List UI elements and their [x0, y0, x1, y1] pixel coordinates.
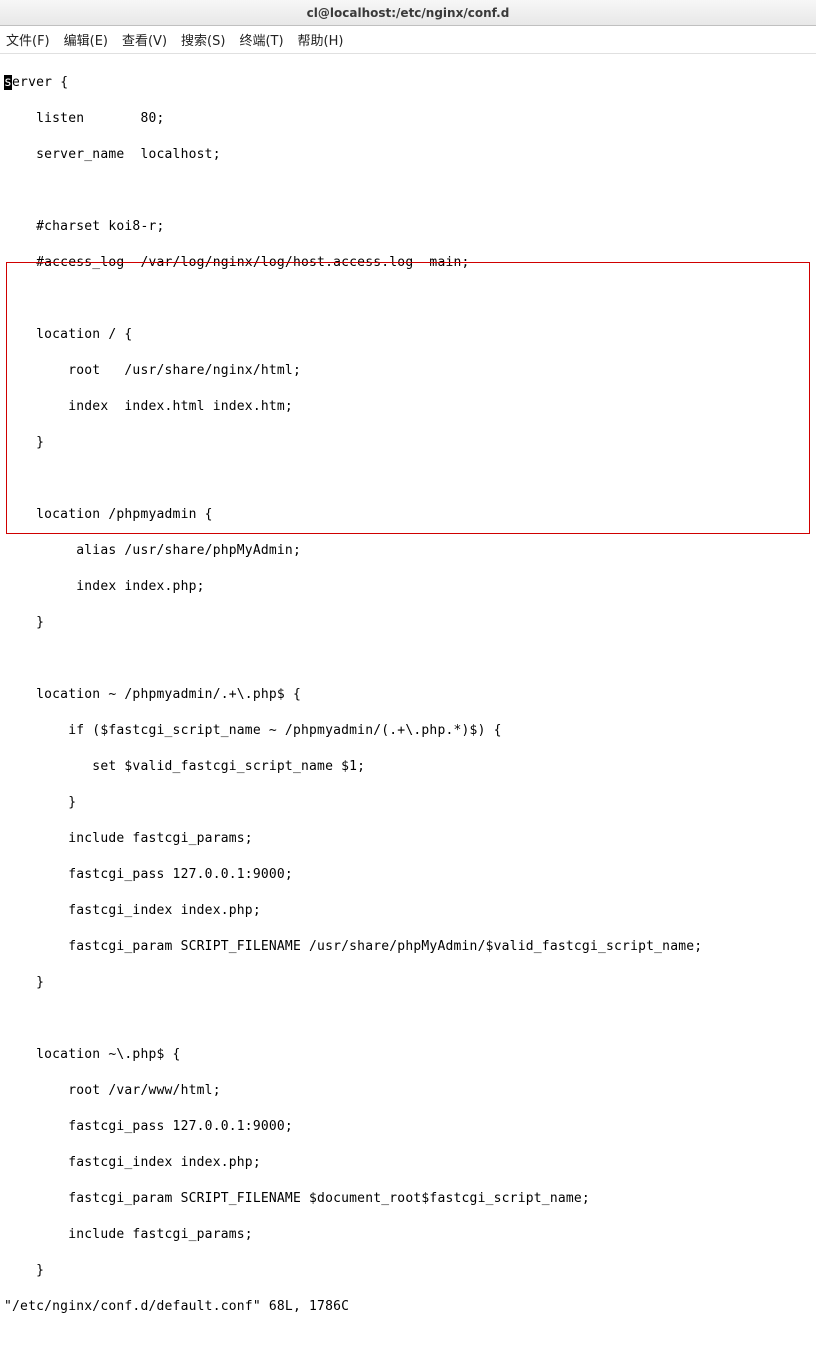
code-line: set $valid_fastcgi_script_name $1;	[4, 758, 812, 776]
code-line: location ~\.php$ {	[4, 1046, 812, 1064]
code-line: fastcgi_index index.php;	[4, 902, 812, 920]
menu-search[interactable]: 搜索(S)	[181, 30, 225, 49]
code-line: fastcgi_index index.php;	[4, 1154, 812, 1172]
menu-file[interactable]: 文件(F)	[6, 30, 50, 49]
code-line	[4, 470, 812, 488]
window-titlebar: cl@localhost:/etc/nginx/conf.d	[0, 0, 816, 26]
code-line: }	[4, 794, 812, 812]
code-line: server {	[4, 74, 812, 92]
code-line: include fastcgi_params;	[4, 830, 812, 848]
code-line: #charset koi8-r;	[4, 218, 812, 236]
code-line: }	[4, 434, 812, 452]
code-line: include fastcgi_params;	[4, 1226, 812, 1244]
code-line: server_name localhost;	[4, 146, 812, 164]
code-line: root /var/www/html;	[4, 1082, 812, 1100]
cursor: s	[4, 75, 12, 90]
terminal-area[interactable]: server { listen 80; server_name localhos…	[0, 54, 816, 1354]
code-line	[4, 650, 812, 668]
code-line	[4, 290, 812, 308]
menu-help[interactable]: 帮助(H)	[298, 30, 344, 49]
code-line: if ($fastcgi_script_name ~ /phpmyadmin/(…	[4, 722, 812, 740]
code-line: fastcgi_param SCRIPT_FILENAME /usr/share…	[4, 938, 812, 956]
code-line: fastcgi_param SCRIPT_FILENAME $document_…	[4, 1190, 812, 1208]
code-line: fastcgi_pass 127.0.0.1:9000;	[4, 1118, 812, 1136]
menu-view[interactable]: 查看(V)	[122, 30, 167, 49]
code-line: index index.html index.htm;	[4, 398, 812, 416]
menu-terminal[interactable]: 终端(T)	[239, 30, 283, 49]
code-line	[4, 182, 812, 200]
code-line: location ~ /phpmyadmin/.+\.php$ {	[4, 686, 812, 704]
code-line: listen 80;	[4, 110, 812, 128]
menubar: 文件(F) 编辑(E) 查看(V) 搜索(S) 终端(T) 帮助(H)	[0, 26, 816, 54]
code-line: alias /usr/share/phpMyAdmin;	[4, 542, 812, 560]
code-line: location /phpmyadmin {	[4, 506, 812, 524]
code-line: }	[4, 974, 812, 992]
code-line	[4, 1010, 812, 1028]
code-line: location / {	[4, 326, 812, 344]
code-line: #access_log /var/log/nginx/log/host.acce…	[4, 254, 812, 272]
code-line: }	[4, 614, 812, 632]
menu-edit[interactable]: 编辑(E)	[64, 30, 108, 49]
window-title: cl@localhost:/etc/nginx/conf.d	[307, 6, 510, 20]
code-line: index index.php;	[4, 578, 812, 596]
status-line: "/etc/nginx/conf.d/default.conf" 68L, 17…	[4, 1298, 812, 1316]
code-line: fastcgi_pass 127.0.0.1:9000;	[4, 866, 812, 884]
code-line: root /usr/share/nginx/html;	[4, 362, 812, 380]
code-line: }	[4, 1262, 812, 1280]
